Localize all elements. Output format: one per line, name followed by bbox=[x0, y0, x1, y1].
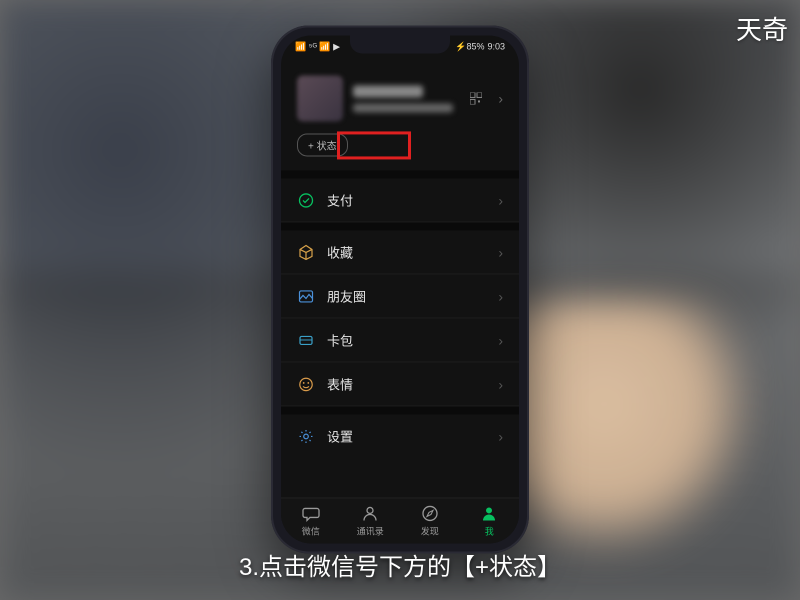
menu-item-settings[interactable]: 设置 › bbox=[281, 414, 519, 457]
discover-icon bbox=[421, 504, 439, 522]
hand-blur bbox=[500, 300, 760, 560]
cards-icon bbox=[297, 331, 315, 349]
stickers-icon bbox=[297, 375, 315, 393]
tab-label: 发现 bbox=[421, 524, 439, 537]
tab-contacts[interactable]: 通讯录 bbox=[341, 498, 401, 543]
avatar bbox=[297, 75, 343, 121]
status-time: 9:03 bbox=[487, 41, 505, 51]
me-icon bbox=[480, 504, 498, 522]
section-gap bbox=[281, 222, 519, 230]
tab-chats[interactable]: 微信 bbox=[281, 498, 341, 543]
watermark-text: 天奇 bbox=[736, 10, 788, 47]
chevron-right-icon: › bbox=[498, 332, 503, 348]
phone-notch bbox=[350, 35, 450, 53]
chevron-right-icon: › bbox=[498, 192, 503, 208]
signal-icons: 📶 ⁵ᴳ 📶 ▶ bbox=[295, 41, 340, 52]
menu-item-pay[interactable]: 支付 › bbox=[281, 178, 519, 222]
settings-icon bbox=[297, 427, 315, 445]
moments-icon bbox=[297, 287, 315, 305]
contacts-icon bbox=[361, 504, 379, 522]
pay-icon bbox=[297, 191, 315, 209]
menu-item-moments[interactable]: 朋友圈 › bbox=[281, 274, 519, 318]
menu-item-favorites[interactable]: 收藏 › bbox=[281, 230, 519, 274]
profile-header[interactable]: › bbox=[281, 57, 519, 131]
profile-info bbox=[353, 85, 460, 112]
chevron-right-icon: › bbox=[498, 288, 503, 304]
tab-label: 我 bbox=[485, 524, 494, 537]
battery-text: ⚡85% bbox=[455, 41, 484, 52]
menu-label: 卡包 bbox=[327, 330, 486, 349]
tab-label: 微信 bbox=[302, 524, 320, 537]
favorites-icon bbox=[297, 243, 315, 261]
menu-item-stickers[interactable]: 表情 › bbox=[281, 362, 519, 406]
chat-icon bbox=[302, 504, 320, 522]
tab-bar: 微信 通讯录 发现 我 bbox=[281, 497, 519, 543]
chevron-right-icon: › bbox=[498, 428, 503, 444]
tab-label: 通讯录 bbox=[357, 524, 384, 537]
menu-label: 收藏 bbox=[327, 242, 486, 261]
menu-label: 支付 bbox=[327, 190, 486, 209]
menu-item-cards[interactable]: 卡包 › bbox=[281, 318, 519, 362]
add-status-button[interactable]: + 状态 bbox=[297, 133, 348, 156]
menu-label: 表情 bbox=[327, 374, 486, 393]
tutorial-caption: 3.点击微信号下方的【+状态】 bbox=[0, 547, 800, 582]
phone-frame: 📶 ⁵ᴳ 📶 ▶ ⚡85% 9:03 › + 状态 bbox=[271, 25, 529, 553]
menu-label: 设置 bbox=[327, 426, 486, 445]
section-gap bbox=[281, 406, 519, 414]
chevron-right-icon: › bbox=[498, 244, 503, 260]
chevron-right-icon: › bbox=[498, 90, 503, 106]
tab-discover[interactable]: 发现 bbox=[400, 498, 460, 543]
me-menu-list: 支付 › 收藏 › 朋友圈 › bbox=[281, 178, 519, 497]
qr-code-icon[interactable] bbox=[470, 92, 482, 104]
phone-screen: 📶 ⁵ᴳ 📶 ▶ ⚡85% 9:03 › + 状态 bbox=[281, 35, 519, 543]
menu-label: 朋友圈 bbox=[327, 286, 486, 305]
section-gap bbox=[281, 170, 519, 178]
status-row: + 状态 bbox=[281, 131, 519, 170]
chevron-right-icon: › bbox=[498, 376, 503, 392]
tab-me[interactable]: 我 bbox=[460, 498, 520, 543]
